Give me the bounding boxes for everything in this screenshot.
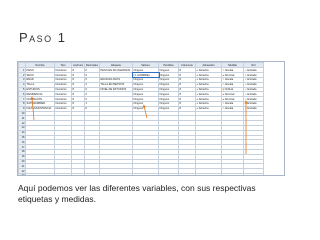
arrow-to-label-column [142, 104, 148, 119]
slide-title: Paso 1 [19, 30, 67, 45]
slide-caption: Aquí podemos ver las diferentes variable… [18, 183, 318, 205]
arrow-to-name-column [30, 96, 35, 121]
spss-variable-view-screenshot: Nombre Tipo Anchura Decimales Etiqueta Valore… [17, 61, 285, 176]
caption-line-1: Aquí podemos ver las diferentes variable… [18, 183, 256, 193]
caption-line-2: etiquetas y medidas. [18, 194, 96, 204]
annotation-arrows [30, 96, 248, 154]
